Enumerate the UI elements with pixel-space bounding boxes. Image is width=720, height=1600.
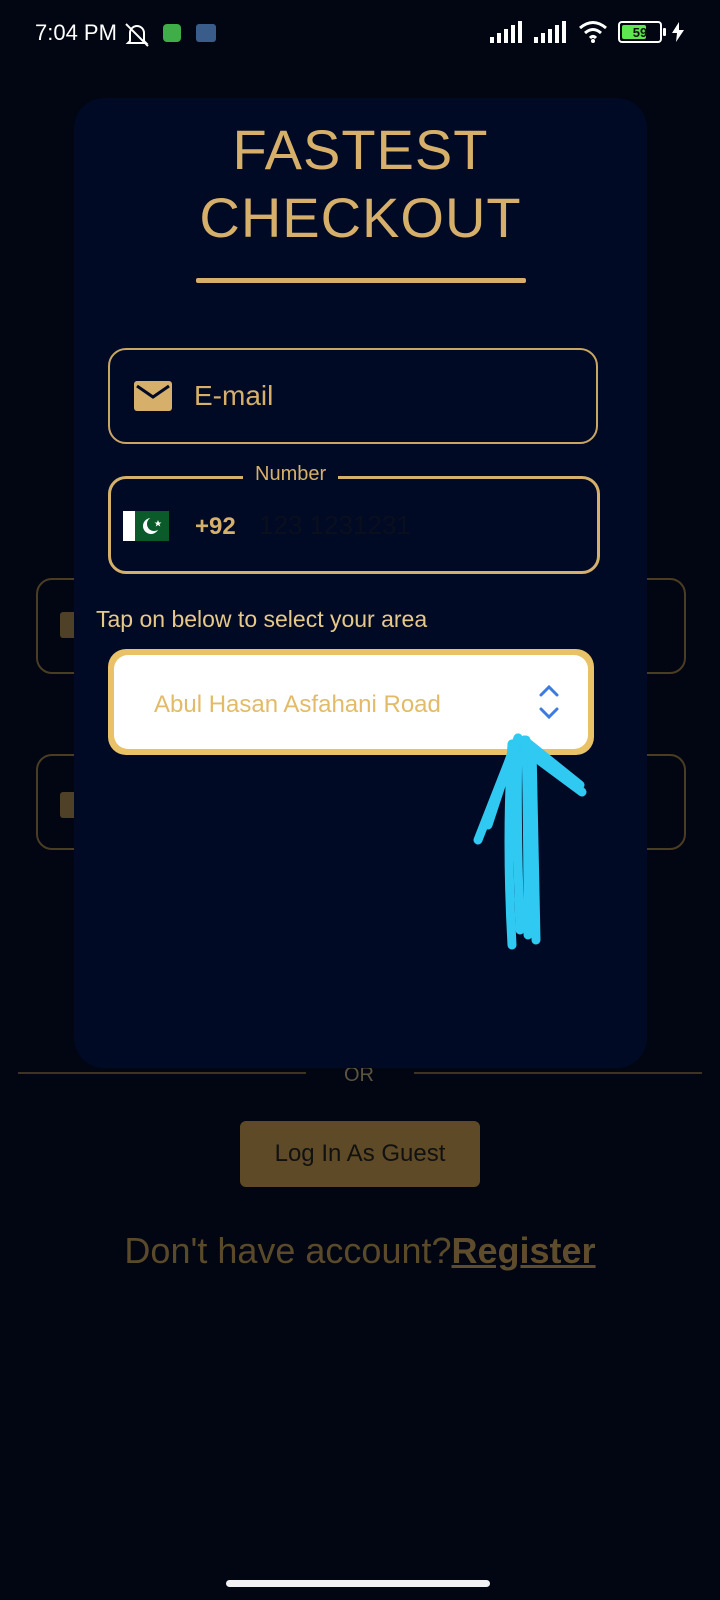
home-indicator[interactable]: [226, 1580, 490, 1587]
email-placeholder: E-mail: [194, 380, 274, 411]
chevron-up-down-icon: [539, 684, 559, 720]
annotation-arrow-icon: [473, 733, 587, 950]
phone-label: Number: [243, 463, 339, 486]
dial-code: +92: [195, 513, 236, 540]
guest-login-button[interactable]: Log In As Guest: [240, 1121, 480, 1187]
or-divider-right: [414, 1072, 702, 1074]
or-divider-left: [18, 1072, 306, 1074]
title-underline: [196, 278, 526, 283]
mail-icon: [134, 381, 172, 411]
area-hint: Tap on below to select your area: [96, 606, 428, 632]
title-line-1: FASTEST: [232, 118, 489, 181]
modal-title: FASTEST CHECKOUT: [74, 116, 647, 252]
register-row: Don't have account?Register: [0, 1230, 720, 1272]
pakistan-flag-icon[interactable]: [123, 511, 169, 541]
title-line-2: CHECKOUT: [199, 186, 522, 249]
phone-input[interactable]: [257, 506, 561, 544]
email-field[interactable]: E-mail: [108, 348, 598, 444]
register-link[interactable]: Register: [452, 1230, 596, 1271]
area-selected-value: Abul Hasan Asfahani Road: [154, 691, 441, 718]
crescent-star-icon: [143, 517, 162, 534]
phone-field[interactable]: Number +92: [108, 463, 600, 574]
register-prompt: Don't have account?: [124, 1230, 452, 1271]
